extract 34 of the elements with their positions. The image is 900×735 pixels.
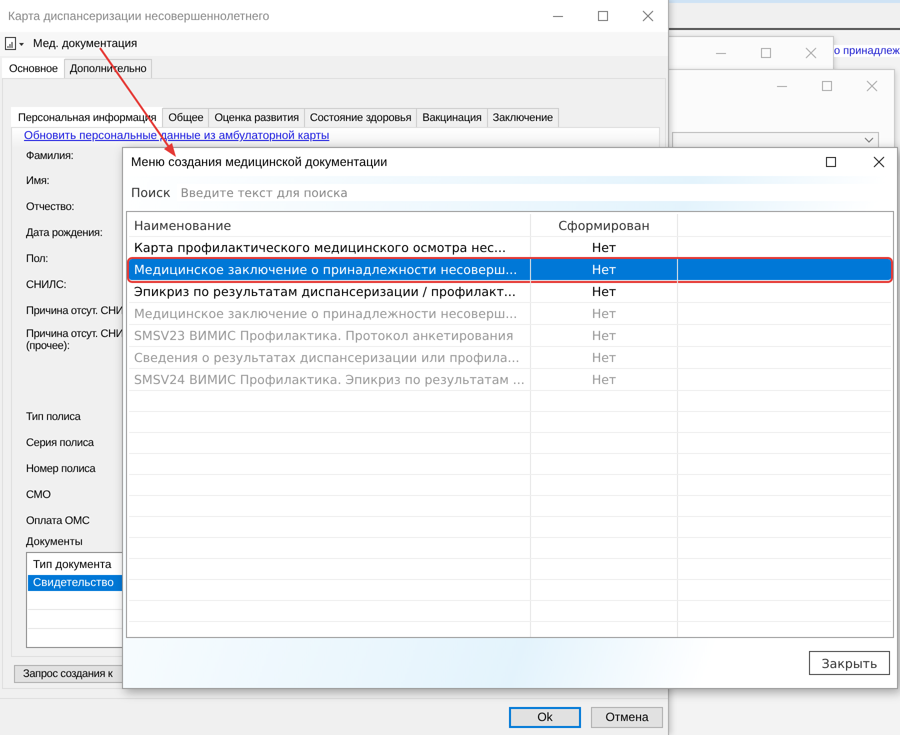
chevron-icon bbox=[864, 137, 874, 143]
window-title: Карта диспансеризации несовершеннолетнего bbox=[8, 9, 270, 23]
column-header: Тип документа bbox=[32, 558, 112, 573]
tab[interactable]: Основное bbox=[2, 58, 65, 78]
column-header: Сформирован bbox=[531, 214, 678, 236]
field-label: Фамилия: bbox=[26, 149, 74, 164]
field-label: Имя: bbox=[26, 174, 50, 189]
field-label: Пол: bbox=[26, 252, 48, 267]
tab[interactable]: Общее bbox=[162, 108, 210, 127]
document-link[interactable]: о принадлеж bbox=[834, 45, 900, 57]
dialog-title: Меню создания медицинской документации bbox=[131, 155, 388, 169]
close-icon[interactable] bbox=[873, 156, 885, 168]
maximize-icon[interactable] bbox=[825, 156, 837, 168]
dialog-button[interactable]: Отмена bbox=[591, 706, 663, 728]
field-label: Оплата ОМС bbox=[26, 514, 90, 529]
search-label: Поиск bbox=[131, 185, 171, 200]
field-label: Отчество: bbox=[26, 200, 74, 215]
document-dropdown-icon[interactable] bbox=[5, 37, 25, 51]
column-header: Наименование bbox=[129, 214, 531, 236]
field-label: Номер полиса bbox=[26, 462, 96, 477]
close-button[interactable]: Закрыть bbox=[809, 651, 890, 675]
toolbar-menu[interactable]: Мед. документация bbox=[33, 38, 138, 50]
field-label: Серия полиса bbox=[26, 436, 94, 451]
dropdown[interactable] bbox=[672, 132, 879, 148]
dialog-button[interactable]: Ok bbox=[509, 706, 581, 728]
field-label: СМО bbox=[26, 488, 51, 503]
tab[interactable]: Заключение bbox=[486, 108, 559, 127]
field-label: Дата рождения: bbox=[26, 226, 102, 241]
field-label: СНИЛС: bbox=[26, 278, 66, 293]
table-row[interactable]: Эпикриз по результатам диспансеризации / профилакт... Нет bbox=[129, 281, 891, 303]
field-label: Тип полиса bbox=[26, 410, 80, 425]
documents-label: Документы bbox=[26, 536, 83, 548]
table-row[interactable]: Свидетельство bbox=[28, 575, 124, 591]
table-row[interactable]: Медицинское заключение о принадлежности несоверш... Нет bbox=[129, 259, 891, 281]
